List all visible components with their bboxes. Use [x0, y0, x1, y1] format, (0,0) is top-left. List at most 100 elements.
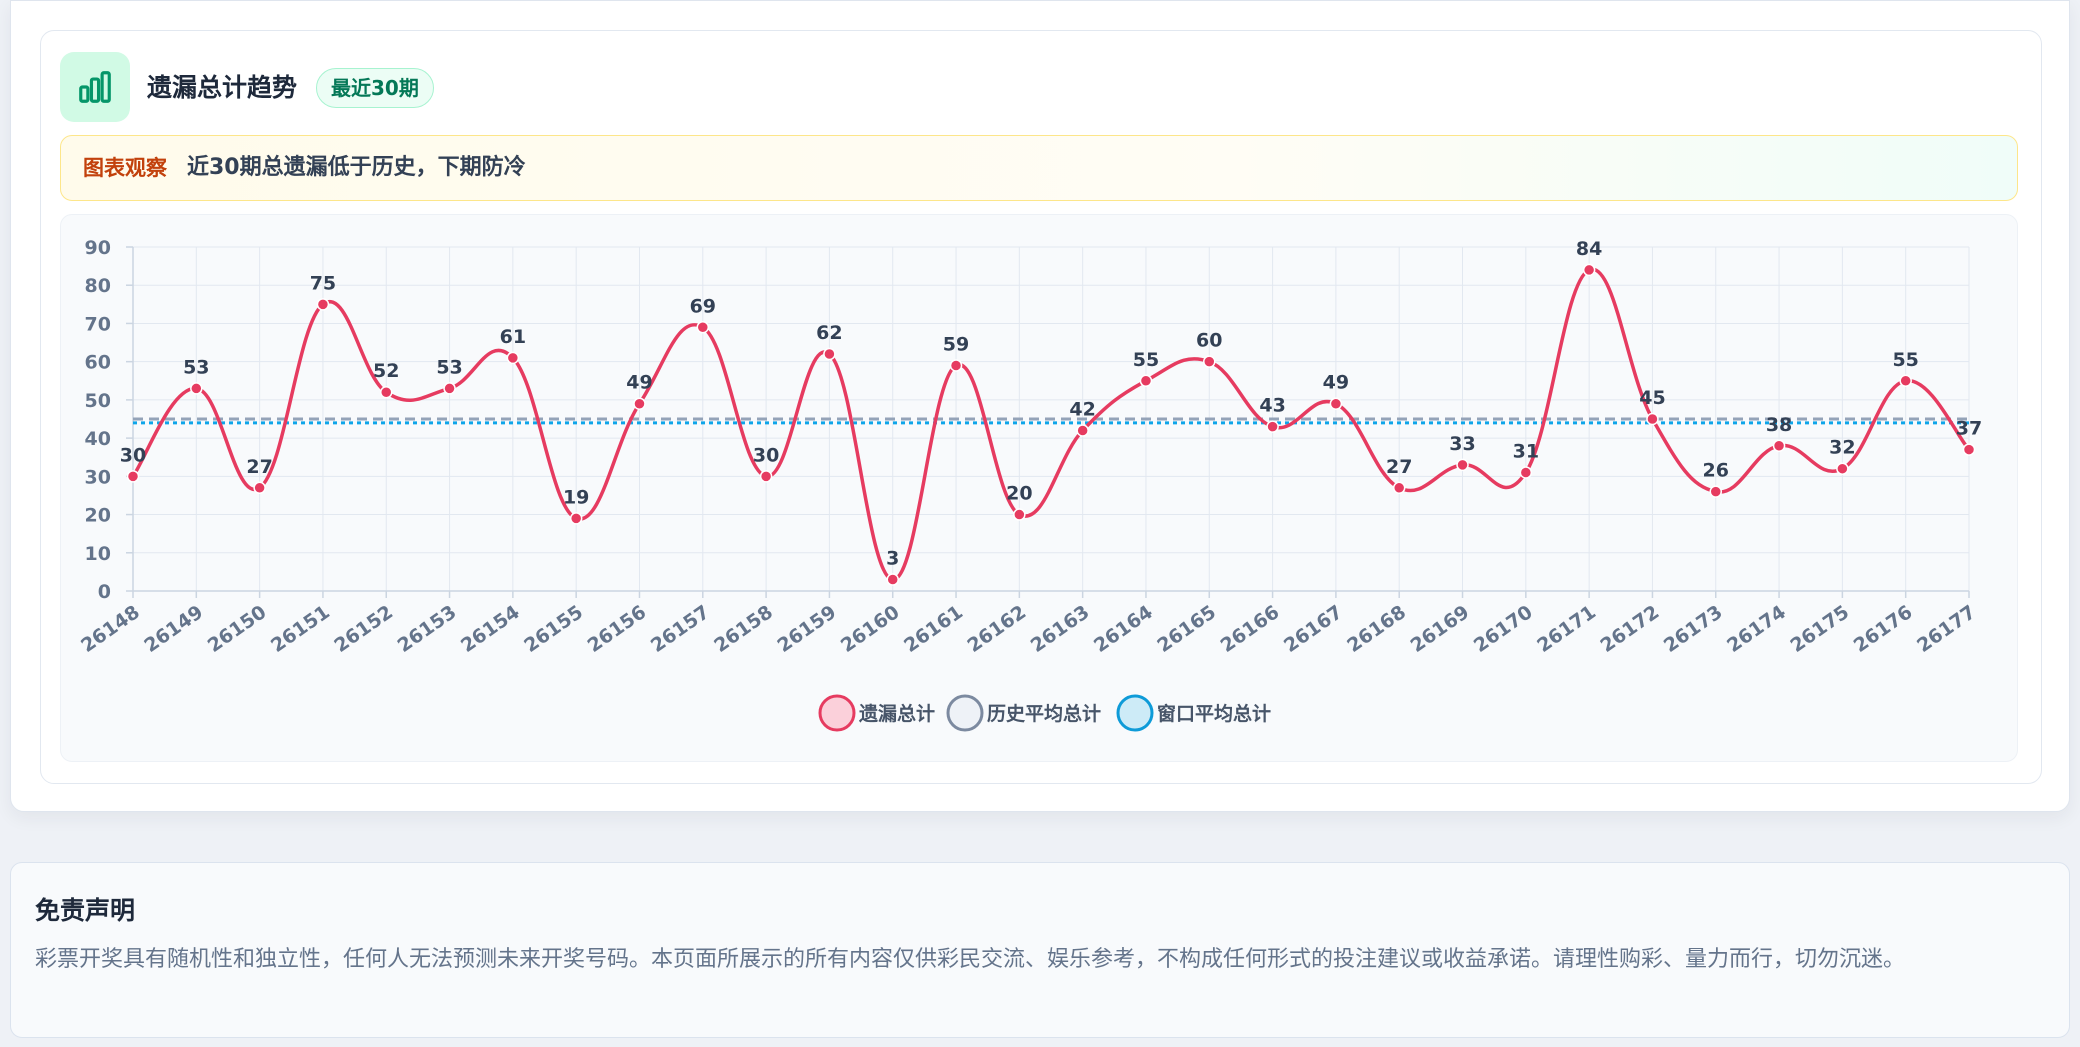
chart-area: 0 10 20 30 40 50 60 70 80 90 26148 26149 26150 26151 2… — [60, 214, 2018, 762]
data-label: 30 — [753, 444, 779, 466]
data-label: 31 — [1513, 441, 1539, 463]
x-tick-label: 26160 — [837, 601, 904, 657]
y-tick-label: 30 — [85, 466, 111, 488]
disclaimer-title: 免责声明 — [35, 896, 136, 925]
data-label: 3 — [886, 548, 899, 570]
insight-label: 图表观察 — [83, 156, 167, 180]
data-point — [379, 385, 393, 399]
data-label: 59 — [943, 333, 969, 355]
insight-text: 近30期总遗漏低于历史，下期防冷 — [187, 155, 526, 180]
x-tick-label: 26168 — [1343, 601, 1410, 657]
x-tick-label: 26154 — [457, 601, 524, 657]
x-tick-label: 26158 — [710, 601, 777, 657]
data-label: 53 — [183, 356, 209, 378]
data-point — [759, 470, 773, 483]
data-point — [569, 512, 583, 525]
data-label: 32 — [1829, 437, 1855, 459]
y-tick-label: 0 — [98, 581, 111, 603]
data-label: 55 — [1892, 349, 1918, 371]
data-point — [886, 573, 899, 586]
data-point — [1013, 508, 1026, 521]
data-point — [1519, 466, 1533, 479]
data-point — [1266, 420, 1279, 433]
x-tick-label: 26163 — [1027, 601, 1094, 657]
data-label: 53 — [436, 356, 462, 378]
data-point — [316, 298, 330, 311]
legend-item-history-average-label: 历史平均总计 — [987, 702, 1101, 725]
data-label: 49 — [1323, 372, 1349, 394]
data-point — [1709, 485, 1723, 498]
legend-item-window-average-label: 窗口平均总计 — [1157, 702, 1271, 725]
x-tick-label: 26156 — [584, 601, 651, 657]
data-point — [1076, 424, 1089, 437]
y-tick-label: 20 — [85, 505, 111, 527]
x-tick-label: 26157 — [647, 601, 714, 657]
data-point — [1329, 397, 1343, 410]
data-label: 43 — [1259, 395, 1285, 417]
x-tick-label: 26174 — [1723, 601, 1790, 657]
data-label: 30 — [120, 444, 146, 466]
data-label: 60 — [1196, 330, 1222, 352]
data-point — [1139, 374, 1153, 388]
data-label: 42 — [1069, 398, 1095, 420]
data-point — [1836, 462, 1849, 475]
x-tick-label: 26161 — [900, 601, 967, 657]
data-point — [1646, 412, 1659, 426]
insight-banner: 图表观察 近30期总遗漏低于历史，下期防冷 — [60, 135, 2018, 201]
data-point — [126, 470, 140, 483]
legend-item-history-average-marker — [946, 694, 984, 732]
data-label: 55 — [1133, 349, 1159, 371]
data-point — [253, 481, 266, 495]
x-tick-label: 26151 — [267, 601, 334, 657]
x-tick-label: 26149 — [140, 601, 207, 657]
x-tick-label: 26152 — [330, 601, 397, 657]
data-point — [1582, 263, 1596, 277]
x-tick-label: 26167 — [1280, 601, 1347, 657]
x-tick-label: 26175 — [1786, 601, 1853, 657]
y-tick-label: 60 — [85, 352, 111, 374]
data-point — [443, 382, 456, 395]
y-tick-label: 80 — [85, 275, 111, 297]
data-point — [823, 347, 836, 361]
data-point — [1203, 355, 1216, 368]
y-tick-label: 10 — [85, 543, 111, 565]
x-tick-label: 26159 — [774, 601, 841, 657]
data-label: 27 — [1386, 456, 1412, 478]
data-label: 75 — [310, 272, 336, 294]
x-tick-label: 26155 — [520, 601, 587, 657]
bar-chart-icon — [60, 52, 130, 122]
data-label: 62 — [816, 322, 842, 344]
y-tick-label: 70 — [85, 313, 111, 335]
data-label: 69 — [690, 295, 716, 317]
data-point — [1962, 443, 1976, 456]
data-label: 33 — [1449, 433, 1475, 455]
data-point — [1392, 481, 1406, 495]
data-point — [1772, 439, 1786, 453]
panel-title: 遗漏总计趋势 — [147, 73, 298, 102]
legend-item-missing-total-label: 遗漏总计 — [858, 702, 935, 725]
legend-item-missing-total-marker — [818, 694, 856, 732]
data-point — [506, 351, 520, 365]
data-label: 84 — [1576, 238, 1602, 260]
x-tick-label: 26162 — [963, 601, 1030, 657]
x-tick-label: 26164 — [1090, 601, 1157, 657]
x-tick-label: 26177 — [1913, 601, 1980, 657]
data-label: 37 — [1956, 418, 1982, 440]
legend-item-window-average-marker — [1116, 694, 1154, 732]
x-tick-label: 26148 — [77, 601, 144, 657]
y-tick-label: 90 — [85, 237, 111, 259]
data-label: 27 — [246, 456, 272, 478]
data-label: 61 — [500, 326, 526, 348]
data-label: 45 — [1639, 387, 1665, 409]
x-tick-label: 26153 — [394, 601, 461, 657]
data-label: 20 — [1006, 483, 1032, 505]
y-tick-label: 40 — [85, 428, 111, 450]
x-tick-label: 26176 — [1850, 601, 1917, 657]
data-point — [190, 382, 203, 395]
chart-card: 遗漏总计趋势 最近30期 图表观察 近30期总遗漏低于历史，下期防冷 0 10 20… — [10, 0, 2070, 812]
y-tick-label: 50 — [85, 390, 111, 412]
x-tick-label: 26172 — [1597, 601, 1664, 657]
data-point — [1899, 374, 1912, 388]
line-chart: 0102030405060708090261482614926150261512… — [77, 237, 1982, 732]
x-tick-label: 26150 — [204, 601, 271, 657]
